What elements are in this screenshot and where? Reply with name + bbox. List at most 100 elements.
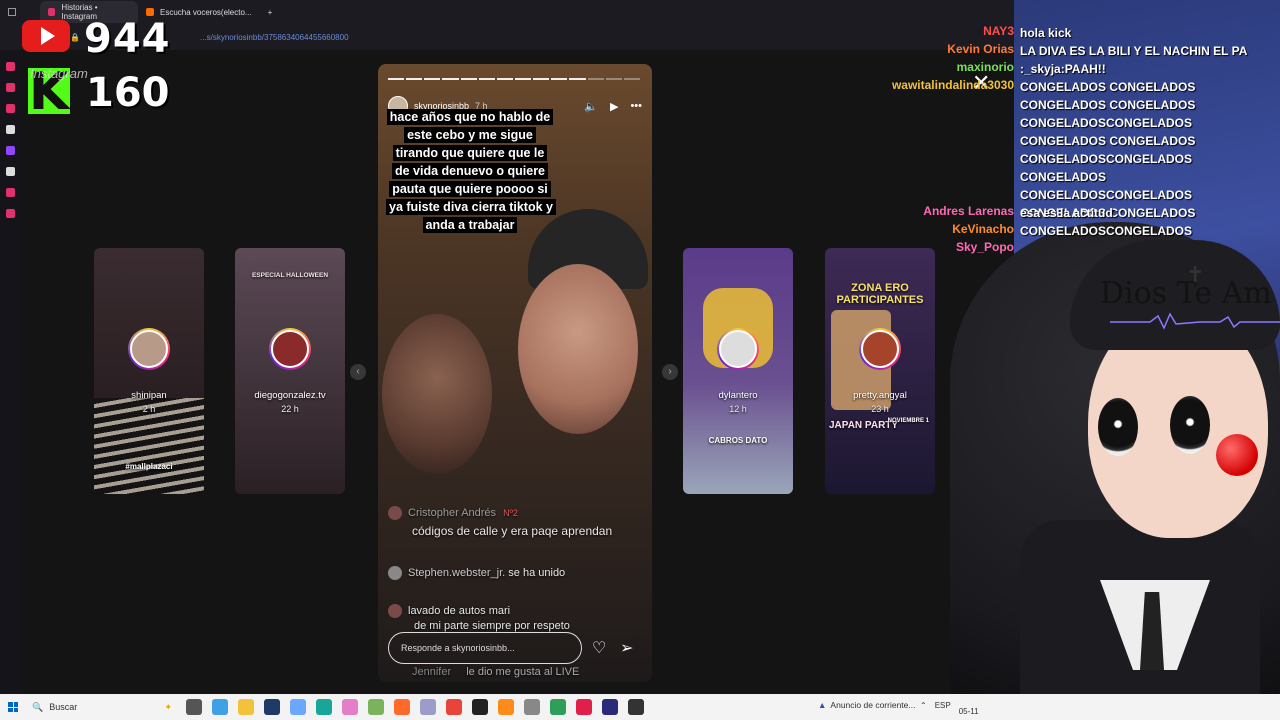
opera-icon[interactable] xyxy=(576,699,592,715)
url-text[interactable]: ...s/skynoriosinbb/3758634064455660800 xyxy=(200,33,349,42)
clock-date[interactable]: 05-11 xyxy=(959,707,979,716)
app-icon[interactable] xyxy=(368,699,384,715)
story-card-diegogonzalez[interactable]: ESPECIAL HALLOWEEN diegogonzalez.tv 22 h xyxy=(235,248,345,494)
tab-favicon-icon xyxy=(146,8,154,16)
firefox-icon[interactable] xyxy=(394,699,410,715)
progress-segment xyxy=(406,78,423,80)
app-icon[interactable] xyxy=(550,699,566,715)
story-username: dylantero xyxy=(718,390,758,401)
active-story[interactable]: skynoriosinbb 7 h 🔈 ▶ ••• hace años que … xyxy=(378,64,652,682)
story-sticker: CABROS DATO xyxy=(708,436,768,445)
taskbar-notification[interactable]: ▲ Anuncio de corriente... xyxy=(818,700,915,710)
volume-icon[interactable]: 🔈 xyxy=(584,100,598,113)
app-icon[interactable] xyxy=(628,699,644,715)
live-join: Stephen.webster_jr. se ha unido xyxy=(388,566,565,580)
progress-segment xyxy=(605,78,622,80)
chat-message: hola kick xyxy=(1020,26,1072,40)
chat-username: Kevin Orias xyxy=(947,42,1014,56)
chat-username: Sky_Popo xyxy=(955,240,1014,254)
vtuber-eye-right xyxy=(1170,396,1210,454)
more-options-icon[interactable]: ••• xyxy=(630,100,642,113)
avatar xyxy=(717,328,759,370)
youtube-icon xyxy=(22,20,70,52)
chat-username: KeVinacho xyxy=(952,222,1014,236)
app-icon[interactable] xyxy=(342,699,358,715)
cross-icon: ✝ xyxy=(1186,262,1205,287)
task-view-icon[interactable] xyxy=(186,699,202,715)
story-time: 22 h xyxy=(281,404,299,414)
chat-username: Andres Larenas xyxy=(923,204,1014,218)
chat-message xyxy=(1020,240,1278,258)
vscode-icon[interactable] xyxy=(264,699,280,715)
story-badge: ESPECIAL HALLOWEEN xyxy=(251,272,329,279)
story-time: 2 h xyxy=(142,404,156,414)
sidebar-app-icon[interactable] xyxy=(6,209,15,218)
vtuber-eye-left xyxy=(1098,398,1138,456)
notification-text: Anuncio de corriente... xyxy=(830,700,916,710)
app-icon[interactable] xyxy=(498,699,514,715)
avatar xyxy=(269,328,311,370)
tab-label: Escucha voceros(electo... xyxy=(160,7,252,17)
progress-segment xyxy=(460,78,477,80)
file-explorer-icon[interactable] xyxy=(238,699,254,715)
comment-user: Stephen.webster_jr. xyxy=(408,566,506,579)
vegas-icon[interactable] xyxy=(420,699,436,715)
warning-icon: ▲ xyxy=(818,700,827,710)
prev-story-button[interactable]: ‹ xyxy=(350,364,366,380)
reply-input[interactable]: Responde a skynoriosinbb... xyxy=(388,632,582,664)
story-card-dylantero[interactable]: dylantero 12 h CABROS DATO xyxy=(683,248,793,494)
sidebar-x-icon[interactable] xyxy=(6,167,15,176)
sidebar-app-icon[interactable] xyxy=(6,83,15,92)
sidebar-app-icon[interactable] xyxy=(6,104,15,113)
chat-message: :_skyja:PAAH!! xyxy=(1020,62,1106,76)
comment-user: lavado de autos mari xyxy=(408,604,511,617)
menu-icon[interactable] xyxy=(8,8,16,16)
send-icon[interactable]: ➢ xyxy=(620,638,633,658)
copilot-app-icon[interactable] xyxy=(212,699,228,715)
instagram-overlay-label: Instagram xyxy=(30,66,88,81)
story-username: diegogonzalez.tv xyxy=(254,390,326,401)
progress-segment xyxy=(514,78,532,80)
play-icon[interactable]: ▶ xyxy=(610,100,618,113)
chat-message: CONGELADOS CONGELADOS CONGELADOS CONGELA… xyxy=(1020,80,1196,238)
windows-start-icon[interactable] xyxy=(8,702,18,712)
sidebar-twitch-icon[interactable] xyxy=(6,146,15,155)
chat-username xyxy=(870,6,1014,24)
clown-nose xyxy=(1216,434,1258,476)
comment-text: códigos de calle y era paqe aprendan xyxy=(412,524,613,538)
app-icon[interactable] xyxy=(290,699,306,715)
chat-username: wawitalindalinda3030 xyxy=(891,78,1014,92)
heartbeat-line-icon xyxy=(1110,312,1280,330)
premiere-icon[interactable] xyxy=(602,699,618,715)
progress-segment xyxy=(442,78,459,80)
stream-chat-names: NAY3 Kevin Orias maxinorio wawitalindalinda… xyxy=(870,6,1014,258)
new-tab-button[interactable]: + xyxy=(260,1,281,23)
obs-icon[interactable] xyxy=(472,699,488,715)
sidebar-tiktok-icon[interactable] xyxy=(6,125,15,134)
story-card-shinipan[interactable]: shinipan 2 h #mallplazaci xyxy=(94,248,204,494)
story-card-prettyangyal[interactable]: ZONA ERO PARTICIPANTES pretty.angyal 23 … xyxy=(825,248,935,494)
language-indicator[interactable]: ESP xyxy=(935,701,951,716)
progress-segment xyxy=(551,78,568,80)
comment-user: Jennifer xyxy=(412,666,452,678)
sidebar-instagram-icon[interactable] xyxy=(6,62,15,71)
app-icon[interactable] xyxy=(524,699,540,715)
taskbar-search[interactable]: 🔍 Buscar ✦ xyxy=(32,697,172,717)
comment-text: de mi parte siempre por respeto xyxy=(414,620,570,632)
chrome-icon[interactable] xyxy=(446,699,462,715)
sidebar-app-icon[interactable] xyxy=(6,188,15,197)
edge-icon[interactable] xyxy=(316,699,332,715)
story-progress-bar xyxy=(388,78,640,80)
live-comment: Cristopher Andrés Nº2 códigos de calle y… xyxy=(388,506,612,538)
youtube-viewer-count: 944 xyxy=(84,16,171,62)
system-tray[interactable]: ⌃ ESP 05-11 xyxy=(920,701,979,716)
story-caption-text: hace años que no hablo de este cebo y me… xyxy=(386,109,556,233)
copilot-icon: ✦ xyxy=(164,701,172,712)
story-hashtag: #mallplazaci xyxy=(125,462,173,471)
comment-text: se ha unido xyxy=(508,566,566,579)
progress-segment xyxy=(478,78,495,80)
next-story-button[interactable]: › xyxy=(662,364,678,380)
heart-icon[interactable]: ♡ xyxy=(592,638,606,658)
story-username: pretty.angyal xyxy=(853,390,907,401)
chevron-up-icon[interactable]: ⌃ xyxy=(920,701,927,716)
